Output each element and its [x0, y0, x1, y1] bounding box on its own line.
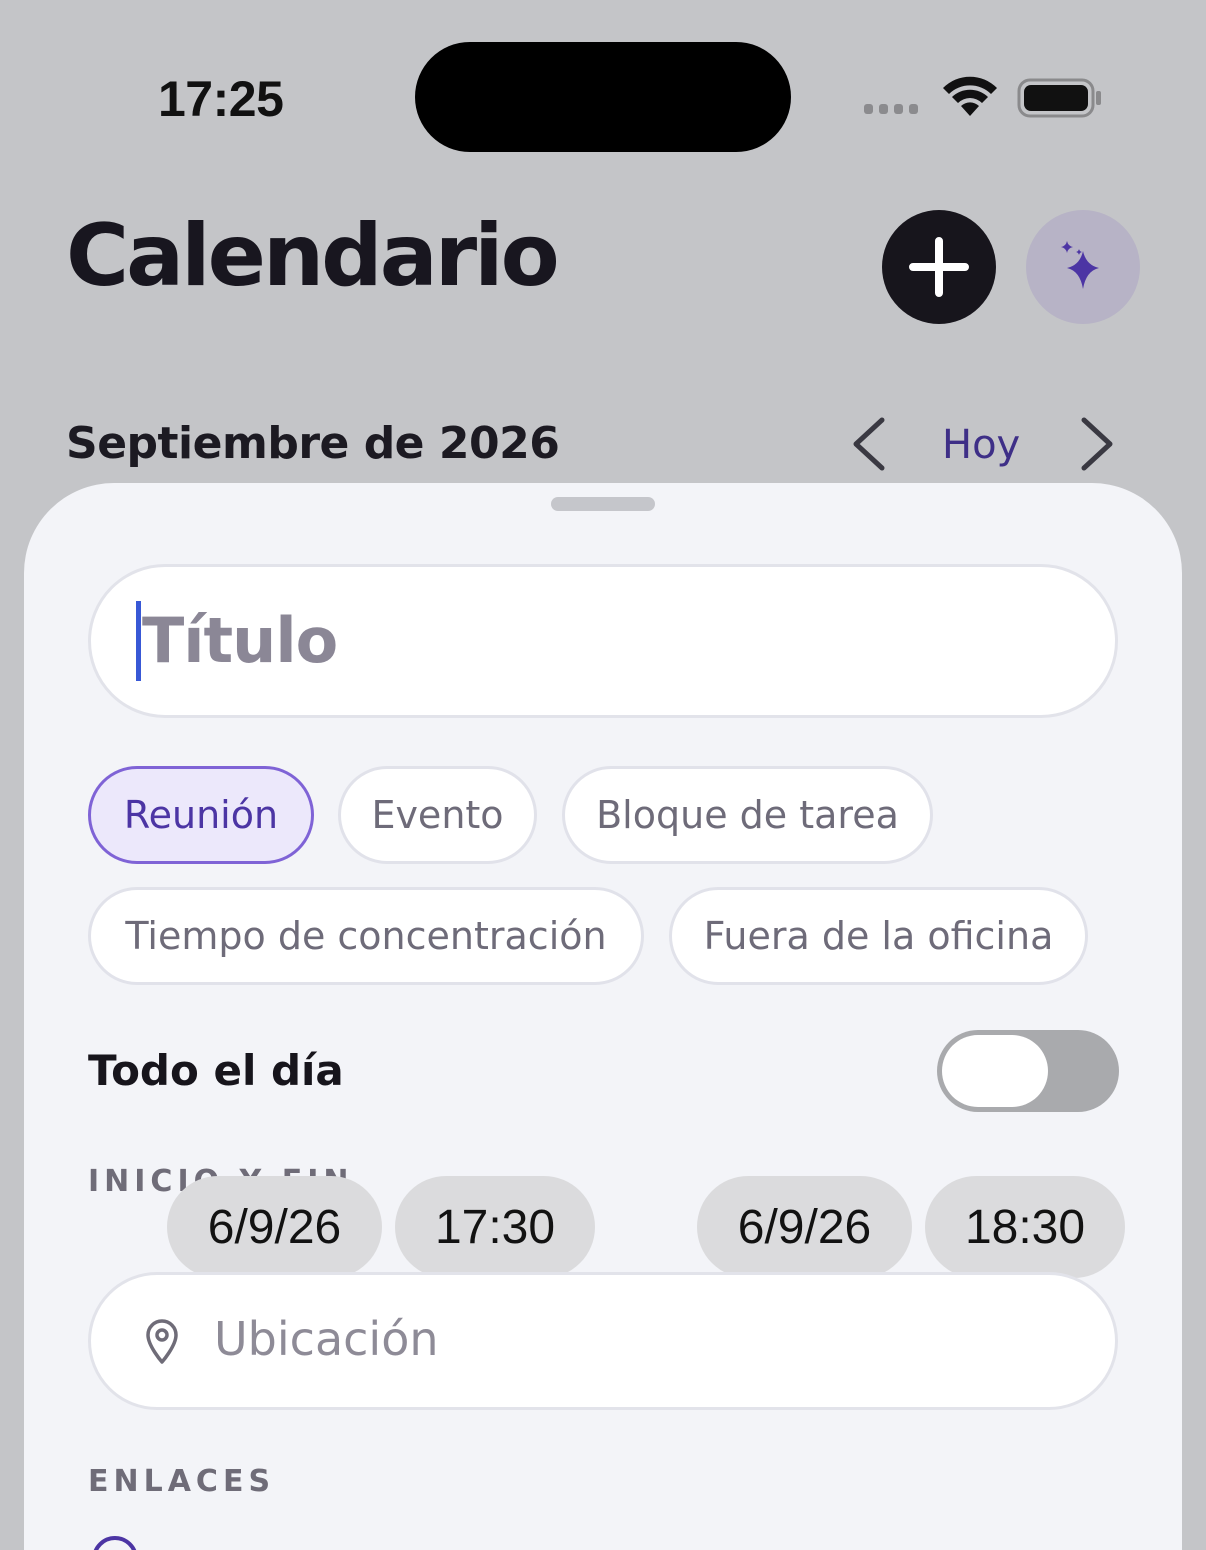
ai-assistant-button[interactable]: [1026, 210, 1140, 324]
battery-icon: [1017, 78, 1101, 118]
add-event-button[interactable]: [882, 210, 996, 324]
chevron-left-icon[interactable]: [846, 414, 896, 474]
chip-tiempo-de-concentracion[interactable]: Tiempo de concentración: [88, 887, 644, 985]
dynamic-island: [415, 42, 791, 152]
plus-icon: [909, 237, 969, 297]
title-placeholder: Título: [142, 604, 338, 677]
chip-reunion[interactable]: Reunión: [88, 766, 314, 864]
chip-evento[interactable]: Evento: [338, 766, 537, 864]
location-placeholder: Ubicación: [214, 1312, 439, 1366]
map-pin-icon: [146, 1319, 178, 1364]
sparkles-icon: [1061, 241, 1099, 289]
start-time-picker[interactable]: 17:30: [395, 1176, 595, 1278]
all-day-label: Todo el día: [88, 1046, 344, 1095]
status-time: 17:25: [158, 71, 284, 127]
chip-fuera-de-la-oficina[interactable]: Fuera de la oficina: [669, 887, 1088, 985]
text-caret: [136, 601, 141, 681]
page-title: Calendario: [66, 206, 560, 306]
end-time-picker[interactable]: 18:30: [925, 1176, 1125, 1278]
toggle-knob: [942, 1035, 1048, 1107]
cellular-signal-icon: [864, 104, 918, 114]
sheet-grabber[interactable]: [551, 497, 655, 511]
end-date-picker[interactable]: 6/9/26: [697, 1176, 912, 1278]
start-date-picker[interactable]: 6/9/26: [167, 1176, 382, 1278]
today-button[interactable]: Hoy: [942, 422, 1020, 468]
links-label: ENLACES: [88, 1464, 276, 1499]
all-day-toggle[interactable]: [937, 1030, 1119, 1112]
chevron-right-icon[interactable]: [1070, 414, 1120, 474]
wifi-icon: [943, 76, 997, 116]
chip-bloque-de-tarea[interactable]: Bloque de tarea: [562, 766, 933, 864]
month-label: Septiembre de 2026: [66, 418, 560, 469]
